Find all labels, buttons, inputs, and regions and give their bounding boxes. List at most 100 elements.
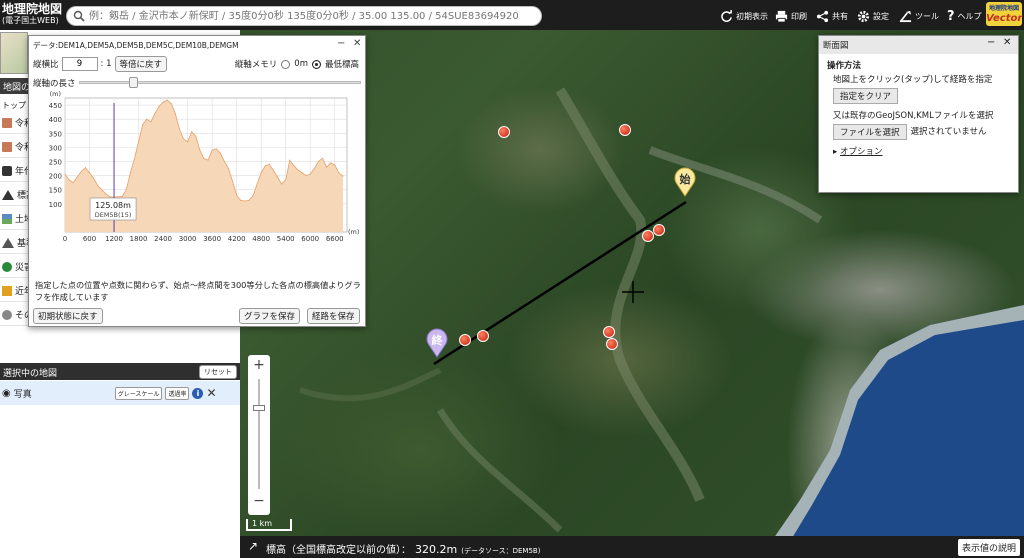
elevation-point bbox=[342, 175, 344, 177]
elevation-point bbox=[207, 159, 209, 161]
status-bar: ↗ 標高（全国標高改定以前の値）： 320.2m (データソース：DEM5B) … bbox=[240, 536, 1024, 558]
vector-map-button[interactable]: 地理院地図 Vector bbox=[986, 2, 1022, 26]
poi-marker[interactable] bbox=[619, 124, 631, 136]
search-input[interactable] bbox=[89, 9, 535, 24]
zoom-out-button[interactable]: − bbox=[248, 493, 270, 509]
elevation-point bbox=[309, 173, 311, 175]
basemap-thumb[interactable] bbox=[0, 32, 28, 74]
initial-view-button[interactable]: 初期表示 bbox=[720, 8, 768, 24]
info-icon[interactable]: i bbox=[192, 387, 204, 399]
y-tick-label: 350 bbox=[49, 130, 62, 138]
elevation-point bbox=[256, 183, 258, 185]
elevation-point bbox=[326, 166, 328, 168]
elevation-point bbox=[268, 163, 270, 165]
length-slider[interactable] bbox=[79, 77, 361, 88]
elevation-point bbox=[338, 172, 340, 174]
panel-body: 操作方法 地図上をクリック(タップ)して経路を指定 指定をクリア 又は既存のGe… bbox=[827, 60, 993, 158]
folder-icon bbox=[2, 117, 12, 128]
poi-marker[interactable] bbox=[459, 334, 471, 346]
close-icon[interactable]: ✕ bbox=[206, 386, 216, 400]
mountain-icon bbox=[2, 189, 14, 200]
grayscale-button[interactable]: グレースケール bbox=[114, 386, 163, 400]
elevation-point bbox=[272, 170, 274, 172]
instructions-line2: 又は既存のGeoJSON,KMLファイルを選択 bbox=[833, 111, 994, 121]
app-subtitle: (電子国土WEB) bbox=[2, 16, 59, 25]
reset-ratio-button[interactable]: 等倍に戻す bbox=[114, 56, 168, 72]
reset-button[interactable]: リセット bbox=[199, 365, 237, 379]
person-icon bbox=[2, 261, 12, 272]
length-slider-knob[interactable] bbox=[129, 77, 138, 88]
print-icon bbox=[775, 10, 788, 23]
route-start-pin[interactable]: 始 bbox=[673, 167, 697, 197]
search-box[interactable] bbox=[66, 6, 542, 26]
clear-route-button[interactable]: 指定をクリア bbox=[833, 88, 899, 104]
zoom-slider-knob[interactable] bbox=[253, 405, 265, 411]
photo-icon bbox=[2, 285, 12, 296]
settings-button[interactable]: 設定 bbox=[857, 8, 889, 24]
eye-icon[interactable]: ◉ bbox=[2, 388, 11, 399]
axis-zero-radio[interactable] bbox=[281, 59, 291, 69]
tools-button[interactable]: ツール bbox=[899, 8, 939, 24]
help-button[interactable]: ? ヘルプ bbox=[947, 8, 982, 24]
elevation-point bbox=[133, 158, 135, 160]
x-tick-label: 3600 bbox=[203, 235, 221, 243]
selected-layer-row[interactable]: ◉ 写真 グレースケール 透過率 i ✕ bbox=[0, 381, 240, 405]
reset-initial-button[interactable]: 初期状態に戻す bbox=[33, 308, 103, 324]
poi-marker[interactable] bbox=[606, 338, 618, 350]
axis-min-radio[interactable] bbox=[311, 59, 321, 69]
instructions-line1: 地図上をクリック(タップ)して経路を指定 bbox=[833, 75, 993, 85]
poi-marker[interactable] bbox=[642, 230, 654, 242]
route-end-label: 終 bbox=[431, 334, 443, 347]
zoom-track[interactable] bbox=[258, 379, 260, 489]
y-tick-label: 100 bbox=[49, 201, 62, 209]
elevation-point bbox=[150, 121, 152, 123]
y-tick-label: 300 bbox=[49, 144, 62, 152]
selected-maps-header: 選択中の地図 リセット bbox=[0, 363, 240, 380]
app-logo[interactable]: 地理院地図 (電子国土WEB) bbox=[2, 3, 62, 27]
choose-file-button[interactable]: ファイルを選択 bbox=[833, 124, 907, 140]
x-tick-label: 6600 bbox=[326, 235, 344, 243]
elevation-point bbox=[125, 189, 127, 191]
elevation-point bbox=[289, 159, 291, 161]
explain-values-button[interactable]: 表示値の説明 bbox=[957, 539, 1020, 556]
elevation-point bbox=[219, 152, 221, 154]
close-icon[interactable]: ✕ bbox=[1003, 37, 1011, 48]
route-end-pin[interactable]: 終 bbox=[425, 328, 449, 358]
elevation-point bbox=[129, 172, 131, 174]
poi-marker[interactable] bbox=[653, 224, 665, 236]
elevation-point bbox=[195, 135, 197, 137]
elevation-point bbox=[97, 184, 99, 186]
elevation-point bbox=[105, 193, 107, 195]
elevation-point bbox=[321, 157, 323, 159]
save-route-button[interactable]: 経路を保存 bbox=[307, 308, 360, 324]
elevation-point bbox=[313, 168, 315, 170]
transparency-button[interactable]: 透過率 bbox=[165, 386, 190, 400]
elevation-point bbox=[305, 175, 307, 177]
y-tick-label: 250 bbox=[49, 158, 62, 166]
elevation-point bbox=[84, 167, 86, 169]
elevation-point bbox=[146, 118, 148, 120]
close-icon[interactable]: ✕ bbox=[353, 38, 361, 49]
x-tick-label: 5400 bbox=[277, 235, 295, 243]
aspect-ratio-row: 縦横比 : 1 等倍に戻す bbox=[33, 56, 168, 72]
elevation-point bbox=[68, 179, 70, 181]
aspect-ratio-input[interactable] bbox=[61, 57, 98, 71]
options-toggle[interactable]: ▸ オプション bbox=[827, 146, 993, 158]
poi-marker[interactable] bbox=[498, 126, 510, 138]
elevation-point bbox=[178, 128, 180, 130]
poi-marker[interactable] bbox=[603, 326, 615, 338]
minimize-icon[interactable]: − bbox=[987, 37, 995, 48]
breadcrumb-top[interactable]: トップ bbox=[2, 100, 26, 111]
share-button[interactable]: 共有 bbox=[816, 8, 848, 24]
elevation-point bbox=[281, 183, 283, 185]
elevation-readout: 標高（全国標高改定以前の値）： 320.2m (データソース：DEM5B) bbox=[266, 543, 541, 556]
land-icon bbox=[2, 213, 12, 224]
elevation-point bbox=[154, 113, 156, 115]
save-graph-button[interactable]: グラフを保存 bbox=[239, 308, 301, 324]
minimize-icon[interactable]: − bbox=[337, 38, 345, 49]
print-button[interactable]: 印刷 bbox=[775, 8, 807, 24]
y-axis-label: (m) bbox=[50, 90, 61, 98]
zoom-in-button[interactable]: + bbox=[248, 357, 270, 373]
poi-marker[interactable] bbox=[477, 330, 489, 342]
gear-icon bbox=[857, 10, 870, 22]
